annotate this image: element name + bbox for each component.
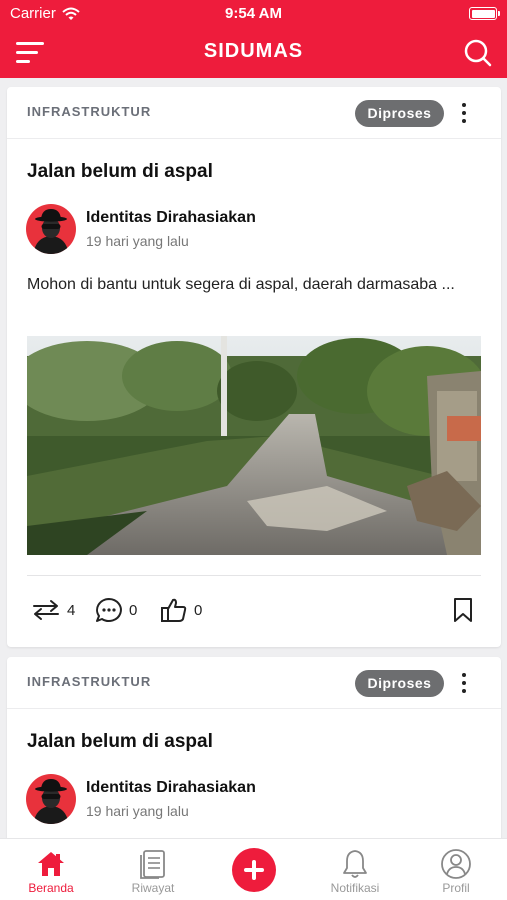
profile-icon [441,849,471,879]
author-name: Identitas Dirahasiakan [86,209,256,226]
app-title: SIDUMAS [203,40,304,62]
top-bar: Carrier 9:54 AM SIDUMAS [0,0,507,78]
history-document-icon [140,850,165,879]
post-time: 19 hari yang lalu [86,803,189,819]
status-bar: Carrier 9:54 AM [0,0,507,28]
like-count: 0 [194,601,203,619]
report-card[interactable]: INFRASTRUKTUR Diproses Jalan belum di as… [7,657,501,838]
status-badge: Diproses [355,100,444,127]
tab-label: Notifikasi [330,881,380,895]
add-report-button[interactable] [232,848,276,892]
report-photo[interactable] [27,336,481,555]
tab-notifikasi[interactable]: Notifikasi [315,839,395,900]
report-title[interactable]: Jalan belum di aspal [27,731,213,753]
tab-profil[interactable]: Profil [416,839,496,900]
search-icon[interactable] [463,38,493,68]
tab-label: Profil [442,881,470,895]
repost-button[interactable]: 4 [31,595,75,625]
card-header: INFRASTRUKTUR Diproses [7,87,501,139]
repost-count: 4 [67,601,76,619]
home-icon [38,852,64,876]
card-header: INFRASTRUKTUR Diproses [7,657,501,709]
category-label: INFRASTRUKTUR [27,674,152,689]
report-card[interactable]: INFRASTRUKTUR Diproses Jalan belum di as… [7,87,501,647]
tab-label: Beranda [28,881,74,895]
battery-icon [469,7,500,20]
author-name: Identitas Dirahasiakan [86,779,256,796]
like-button[interactable]: 0 [160,595,202,625]
card-divider [27,575,481,576]
bookmark-icon[interactable] [453,598,473,622]
status-time: 9:54 AM [225,5,282,22]
post-time: 19 hari yang lalu [86,233,189,249]
more-options-icon[interactable] [452,669,476,697]
nav-bar: SIDUMAS [0,28,507,78]
status-badge: Diproses [355,670,444,697]
repost-icon [33,600,59,620]
comment-count: 0 [129,601,138,619]
report-title[interactable]: Jalan belum di aspal [27,161,213,183]
tab-riwayat[interactable]: Riwayat [113,839,193,900]
comment-button[interactable]: 0 [95,595,137,625]
comment-icon [96,598,122,622]
report-feed[interactable]: INFRASTRUKTUR Diproses Jalan belum di as… [0,78,507,838]
avatar [26,774,76,824]
report-description: Mohon di bantu untuk segera di aspal, da… [27,276,455,293]
avatar [26,204,76,254]
more-options-icon[interactable] [452,99,476,127]
tab-label: Riwayat [131,881,175,895]
card-actions: 4 0 0 [27,595,481,625]
tab-beranda[interactable]: Beranda [11,839,91,900]
bottom-tab-bar: Beranda Riwayat Notifikasi Profil [0,838,507,900]
category-label: INFRASTRUKTUR [27,104,152,119]
thumbs-up-icon [161,598,187,622]
bell-icon [343,850,367,878]
